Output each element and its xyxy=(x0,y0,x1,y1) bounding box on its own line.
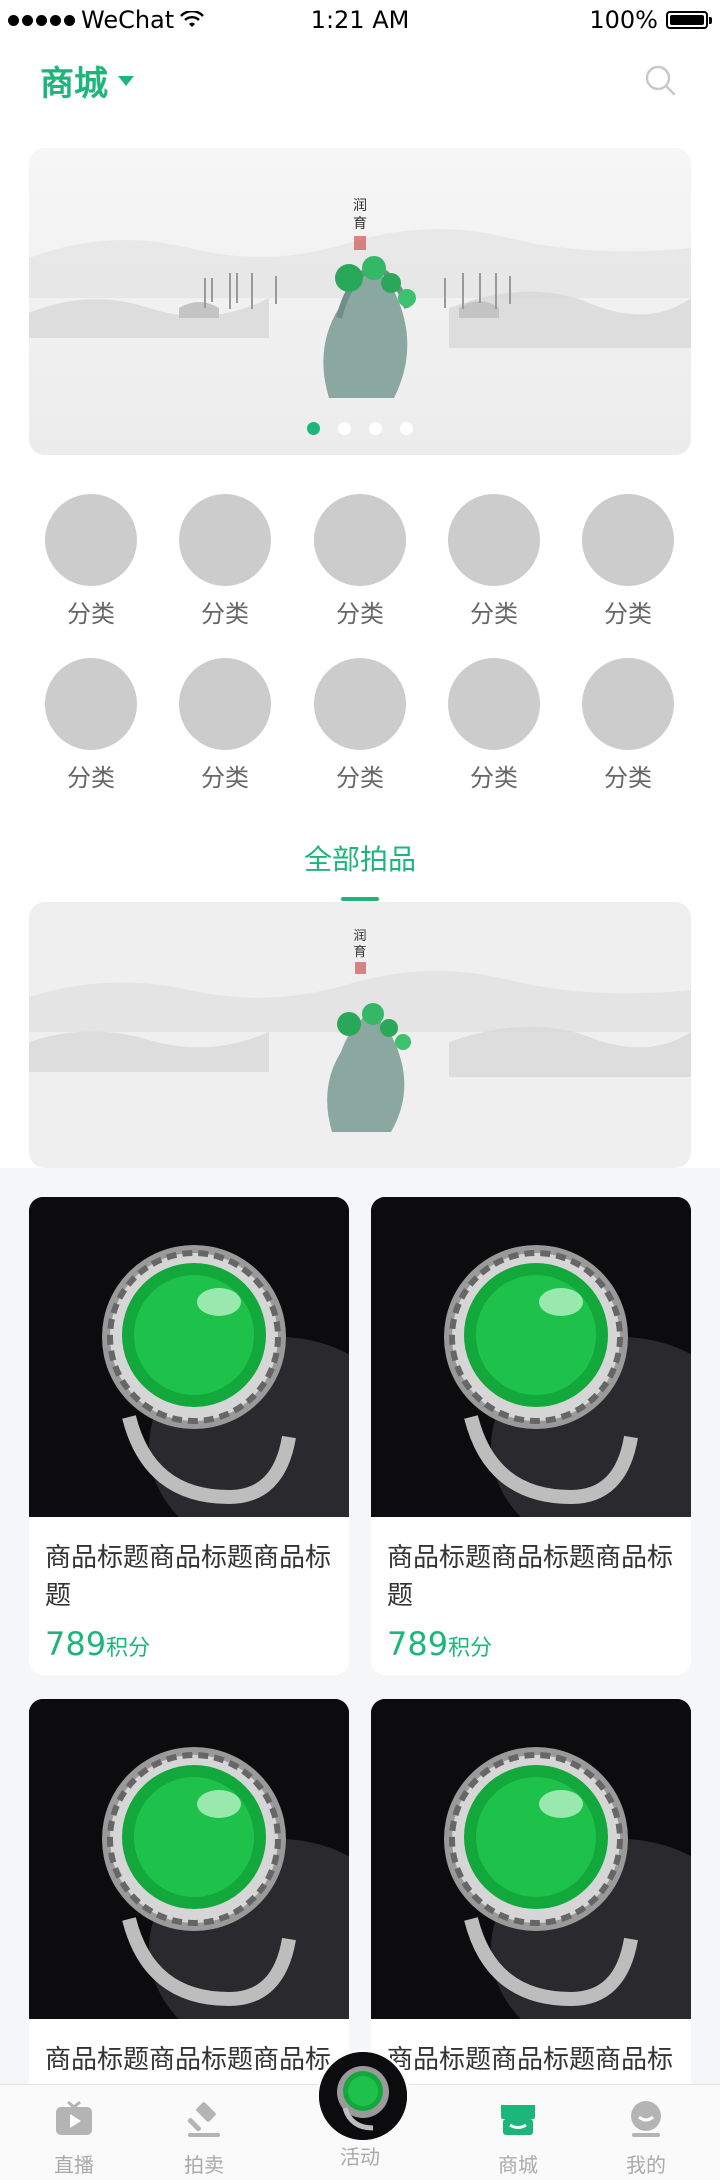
product-price: 789积分 xyxy=(45,1625,333,1663)
category-icon-placeholder xyxy=(314,494,406,586)
tab-label: 直播 xyxy=(54,2153,94,2177)
banner-image: 润 育 xyxy=(29,148,691,455)
banner-carousel[interactable]: 润 育 xyxy=(29,148,691,455)
category-label: 分类 xyxy=(470,600,518,628)
category-item[interactable]: 分类 xyxy=(45,494,137,629)
live-icon xyxy=(56,2100,92,2135)
product-image xyxy=(371,1699,691,2059)
tab-label: 拍卖 xyxy=(184,2153,224,2177)
category-item[interactable]: 分类 xyxy=(314,494,406,629)
activity-icon xyxy=(319,2052,407,2140)
category-icon-placeholder xyxy=(582,658,674,750)
price-value: 789 xyxy=(387,1625,449,1663)
category-label: 分类 xyxy=(201,600,249,628)
tab-live[interactable]: 直播 xyxy=(24,2099,124,2178)
category-item[interactable]: 分类 xyxy=(179,658,271,793)
product-card[interactable]: 商品标题商品标题商品标题 789积分 xyxy=(371,1197,691,1675)
mall-store-icon xyxy=(501,2105,535,2135)
product-image xyxy=(29,1197,349,1557)
activity-center-button[interactable] xyxy=(316,2049,410,2143)
category-label: 分类 xyxy=(604,600,652,628)
category-icon-placeholder xyxy=(179,494,271,586)
tab-mall[interactable]: 商城 xyxy=(468,2099,568,2178)
category-label: 分类 xyxy=(67,600,115,628)
product-title: 商品标题商品标题商品标题 xyxy=(387,1543,674,1611)
profile-icon xyxy=(631,2101,661,2137)
category-item[interactable]: 分类 xyxy=(448,658,540,793)
tab-label: 商城 xyxy=(498,2153,538,2177)
svg-text:育: 育 xyxy=(353,944,366,960)
product-image xyxy=(29,1699,349,2059)
section-tab-underline xyxy=(341,897,379,901)
category-item[interactable]: 分类 xyxy=(45,658,137,793)
price-unit: 积分 xyxy=(106,1636,151,1661)
battery-percent: 100% xyxy=(589,6,658,34)
svg-text:润: 润 xyxy=(353,198,367,214)
category-icon-placeholder xyxy=(448,494,540,586)
category-label: 分类 xyxy=(336,600,384,628)
carousel-indicator xyxy=(0,422,720,435)
category-item[interactable]: 分类 xyxy=(582,494,674,629)
product-card[interactable]: 商品标题商品标题商品标题 789积分 xyxy=(29,1197,349,1675)
promo-banner-image: 润 育 xyxy=(29,902,691,1168)
category-icon-placeholder xyxy=(448,658,540,750)
price-unit: 积分 xyxy=(448,1636,493,1661)
category-label: 分类 xyxy=(336,764,384,792)
page-title: 商城 xyxy=(40,64,108,104)
category-icon-placeholder xyxy=(314,658,406,750)
promo-banner[interactable]: 润 育 xyxy=(29,902,691,1168)
carousel-dot[interactable] xyxy=(338,422,351,435)
product-image xyxy=(371,1197,691,1557)
price-value: 789 xyxy=(45,1625,107,1663)
product-title: 商品标题商品标题商品标题 xyxy=(45,1543,332,1611)
tab-profile[interactable]: 我的 xyxy=(596,2099,696,2178)
category-item[interactable]: 分类 xyxy=(314,658,406,793)
category-label: 分类 xyxy=(67,764,115,792)
svg-text:育: 育 xyxy=(353,216,367,232)
mall-title-dropdown[interactable]: 商城 xyxy=(40,56,134,105)
carousel-dot[interactable] xyxy=(369,422,382,435)
status-bar: WeChat 1:21 AM 100% xyxy=(0,0,720,42)
svg-text:润: 润 xyxy=(353,929,366,944)
category-item[interactable]: 分类 xyxy=(448,494,540,629)
category-label: 分类 xyxy=(201,764,249,792)
category-label: 分类 xyxy=(604,764,652,792)
battery-icon xyxy=(666,11,712,29)
product-price: 789积分 xyxy=(387,1625,675,1663)
carousel-dot[interactable] xyxy=(400,422,413,435)
auction-hammer-icon xyxy=(187,2102,220,2137)
category-label: 分类 xyxy=(470,764,518,792)
search-icon[interactable] xyxy=(644,64,678,98)
tab-label: 我的 xyxy=(626,2153,666,2177)
status-right: 100% xyxy=(589,6,712,34)
carousel-dot-active[interactable] xyxy=(307,422,320,435)
tab-label: 活动 xyxy=(340,2145,380,2169)
category-item[interactable]: 分类 xyxy=(582,658,674,793)
category-icon-placeholder xyxy=(582,494,674,586)
category-item[interactable]: 分类 xyxy=(179,494,271,629)
tab-auction[interactable]: 拍卖 xyxy=(154,2099,254,2178)
category-icon-placeholder xyxy=(45,494,137,586)
caret-down-icon xyxy=(118,75,134,86)
category-icon-placeholder xyxy=(179,658,271,750)
section-tab-all-items[interactable]: 全部拍品 xyxy=(0,838,720,878)
category-icon-placeholder xyxy=(45,658,137,750)
